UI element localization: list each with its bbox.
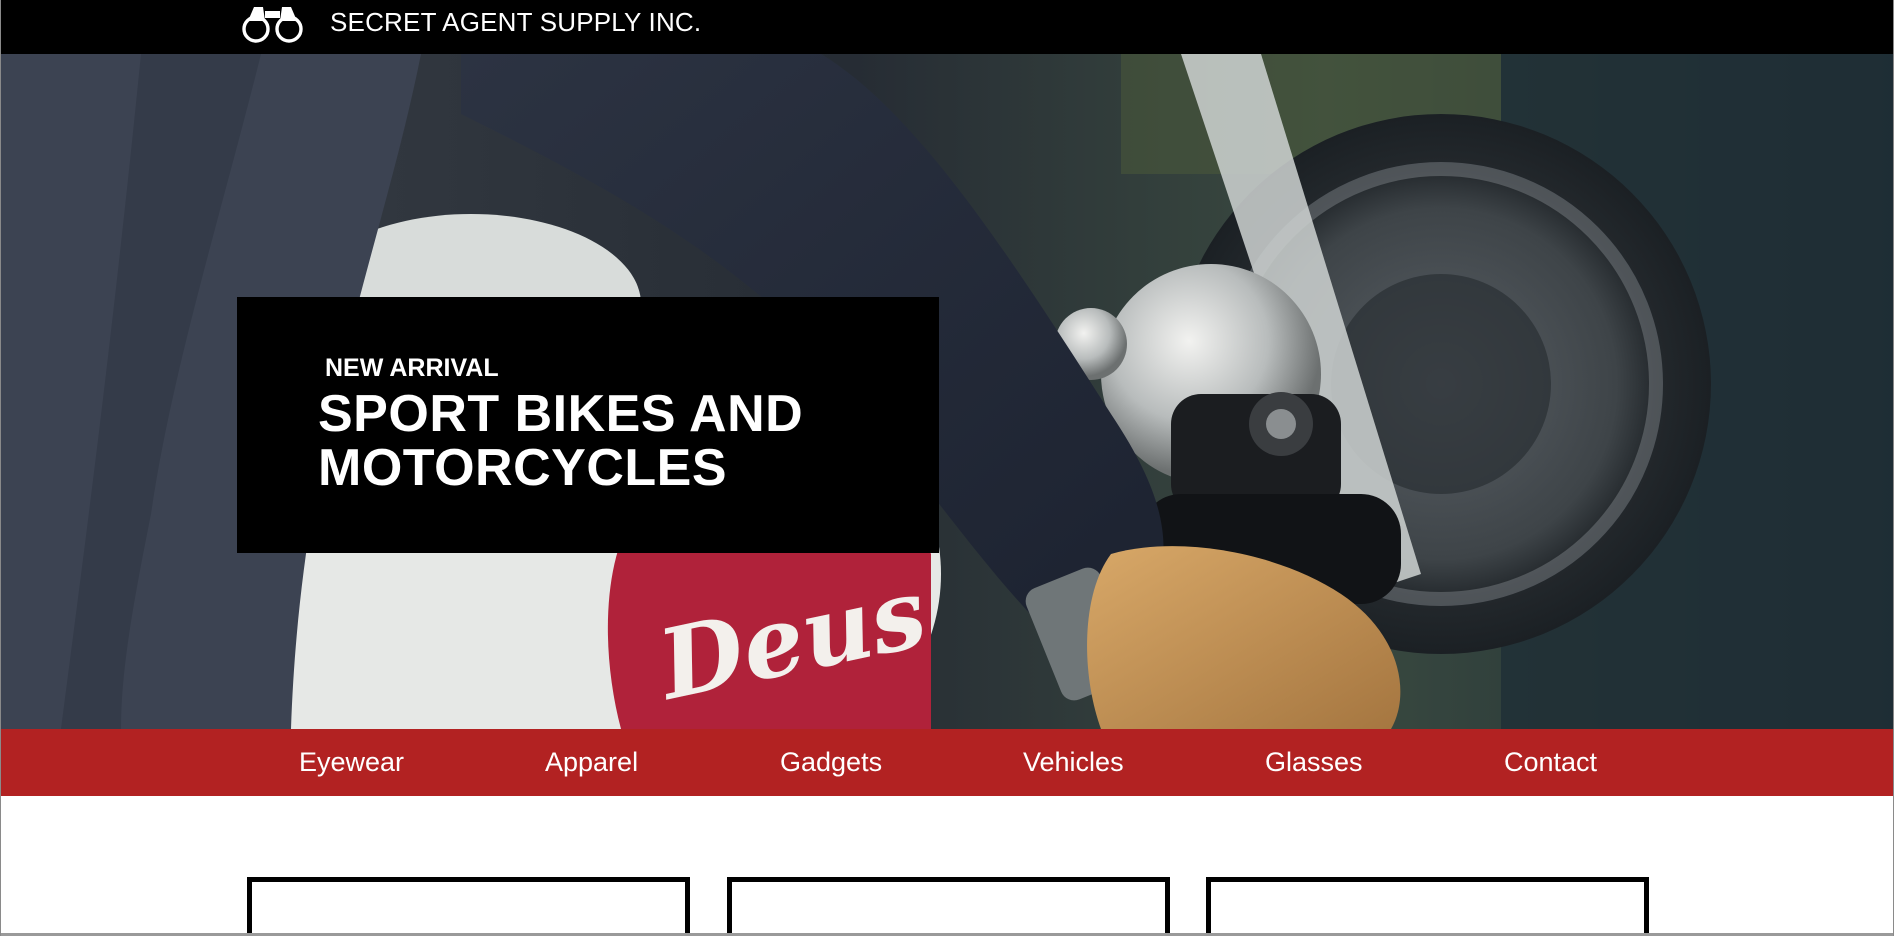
binoculars-icon[interactable] [241, 3, 305, 45]
hero-banner: Deus NEW ARRIVAL SPORT BIKES AND MOTORCY… [1, 54, 1893, 729]
product-card[interactable] [727, 877, 1170, 936]
nav-item-eyewear[interactable]: Eyewear [299, 747, 404, 778]
hero-title: SPORT BIKES AND MOTORCYCLES [318, 385, 804, 497]
main-nav: Eyewear Apparel Gadgets Vehicles Glasses… [1, 729, 1893, 796]
nav-item-gadgets[interactable]: Gadgets [780, 747, 882, 778]
top-bar: SECRET AGENT SUPPLY INC. [1, 0, 1893, 54]
page: SECRET AGENT SUPPLY INC. Deus NEW ARRIVA… [0, 0, 1894, 936]
hero-eyebrow: NEW ARRIVAL [325, 354, 499, 382]
nav-item-glasses[interactable]: Glasses [1265, 747, 1363, 778]
nav-item-contact[interactable]: Contact [1504, 747, 1597, 778]
product-card[interactable] [1206, 877, 1649, 936]
hero-promo-card[interactable]: NEW ARRIVAL SPORT BIKES AND MOTORCYCLES [237, 297, 939, 553]
product-card[interactable] [247, 877, 690, 936]
site-title[interactable]: SECRET AGENT SUPPLY INC. [330, 7, 701, 38]
nav-item-vehicles[interactable]: Vehicles [1023, 747, 1124, 778]
nav-item-apparel[interactable]: Apparel [545, 747, 638, 778]
